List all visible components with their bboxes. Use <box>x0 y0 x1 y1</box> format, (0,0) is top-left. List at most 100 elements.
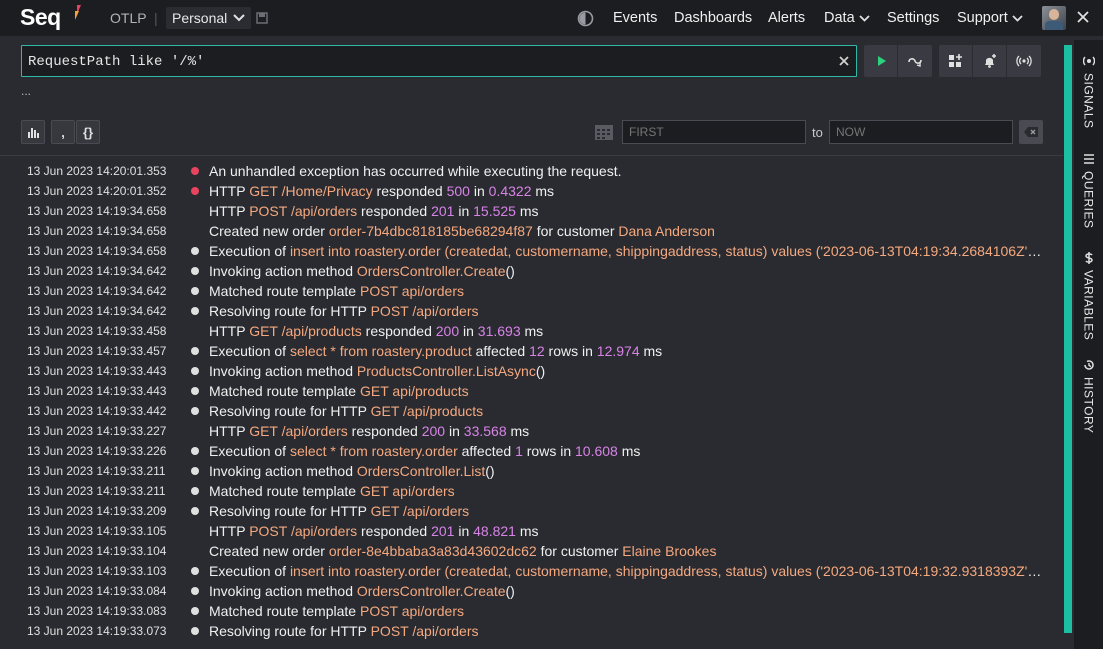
event-row[interactable]: 13 Jun 2023 14:19:33.209 Resolving route … <box>0 501 1055 521</box>
message-text: Execution of <box>209 343 290 359</box>
event-timestamp: 13 Jun 2023 14:19:33.084 <box>27 584 167 598</box>
clear-range-button[interactable] <box>1019 120 1043 144</box>
event-row[interactable]: 13 Jun 2023 14:19:33.083 Matched route te… <box>0 601 1055 621</box>
message-text: affected <box>471 343 530 359</box>
message-text: Matched route template <box>209 603 360 619</box>
nav-dashboards[interactable]: Dashboards <box>674 10 752 26</box>
nav-events[interactable]: Events <box>613 10 657 26</box>
message-text: HTTP <box>209 203 250 219</box>
user-avatar[interactable] <box>1042 6 1066 30</box>
search-query-input[interactable]: RequestPath like '/%' <box>21 45 857 77</box>
event-row[interactable]: 13 Jun 2023 14:19:33.084 Invoking action … <box>0 581 1055 601</box>
json-view-button[interactable]: {} <box>76 120 100 144</box>
add-to-dashboard-button[interactable] <box>939 45 973 77</box>
event-row[interactable]: 13 Jun 2023 14:20:01.352 HTTP GET /Home/P… <box>0 181 1055 201</box>
event-row[interactable]: 13 Jun 2023 14:19:33.227 HTTP GET /api/or… <box>0 421 1055 441</box>
query-text[interactable]: RequestPath like '/%' <box>28 54 204 70</box>
info-level-dot <box>191 367 199 375</box>
event-row[interactable]: 13 Jun 2023 14:19:33.105 HTTP POST /api/o… <box>0 521 1055 541</box>
message-text: () <box>485 463 495 479</box>
message-text: Invoking action method <box>209 263 357 279</box>
event-row[interactable]: 13 Jun 2023 14:19:33.443 Matched route te… <box>0 381 1055 401</box>
sidebar-item-queries[interactable]: QUERIES <box>1074 153 1103 229</box>
number-value: 12.974 <box>596 343 640 359</box>
event-row[interactable]: 13 Jun 2023 14:19:34.658 Created new orde… <box>0 221 1055 241</box>
event-row[interactable]: 13 Jun 2023 14:19:34.658 HTTP POST /api/o… <box>0 201 1055 221</box>
nav-settings[interactable]: Settings <box>887 10 939 26</box>
event-row[interactable]: 13 Jun 2023 14:19:33.457 Execution of sel… <box>0 341 1055 361</box>
nav-support[interactable]: Support <box>957 10 1023 26</box>
broadcast-button[interactable] <box>1007 45 1041 77</box>
property-value: POST <box>370 623 409 639</box>
sidebar-scroll-indicator[interactable] <box>1064 45 1072 633</box>
event-row[interactable]: 13 Jun 2023 14:19:34.658 Execution of ins… <box>0 241 1055 261</box>
event-row[interactable]: 13 Jun 2023 14:20:01.353 An unhandled exc… <box>0 161 1055 181</box>
message-text: HTTP <box>209 523 250 539</box>
event-timestamp: 13 Jun 2023 14:19:33.227 <box>27 424 167 438</box>
add-alert-button[interactable] <box>973 45 1007 77</box>
event-message: Invoking action method OrdersController.… <box>209 583 1043 599</box>
info-level-dot <box>191 587 199 595</box>
message-text: Invoking action method <box>209 463 357 479</box>
from-date-input[interactable] <box>622 120 806 144</box>
event-row[interactable]: 13 Jun 2023 14:19:34.642 Resolving route … <box>0 301 1055 321</box>
chevron-down-icon <box>1012 14 1023 22</box>
clear-query-icon[interactable] <box>838 55 850 67</box>
property-value: GET <box>370 403 400 419</box>
property-value: POST api/orders <box>359 283 464 299</box>
property-value: GET api/orders <box>359 483 455 499</box>
event-timestamp: 13 Jun 2023 14:19:33.226 <box>27 444 167 458</box>
run-query-button[interactable] <box>864 45 898 77</box>
event-row[interactable]: 13 Jun 2023 14:19:33.211 Invoking action … <box>0 461 1055 481</box>
event-row[interactable]: 13 Jun 2023 14:19:33.442 Resolving route … <box>0 401 1055 421</box>
message-text: An unhandled exception has occurred whil… <box>209 163 622 179</box>
avatar-body <box>1045 21 1063 30</box>
number-value: 12 <box>529 343 545 359</box>
event-timestamp: 13 Jun 2023 14:19:33.458 <box>27 324 167 338</box>
event-row[interactable]: 13 Jun 2023 14:19:33.443 Invoking action … <box>0 361 1055 381</box>
event-row[interactable]: 13 Jun 2023 14:19:34.642 Invoking action … <box>0 261 1055 281</box>
seq-logo[interactable]: Seq <box>20 4 61 31</box>
query-more[interactable]: ... <box>21 84 31 98</box>
number-value: 48.821 <box>473 523 516 539</box>
message-text: Resolving route for HTTP <box>209 303 371 319</box>
info-level-dot <box>191 507 199 515</box>
sidebar-item-signals[interactable]: SIGNALS <box>1074 55 1103 129</box>
message-text: responded <box>347 423 422 439</box>
histogram-toggle-button[interactable] <box>21 120 45 144</box>
event-row[interactable]: 13 Jun 2023 14:19:33.104 Created new orde… <box>0 541 1055 561</box>
sidebar-item-history[interactable]: HISTORY <box>1074 359 1103 433</box>
theme-toggle-icon[interactable] <box>577 10 594 27</box>
nav-data-label: Data <box>824 10 855 26</box>
calendar-icon[interactable] <box>594 123 614 141</box>
nav-data[interactable]: Data <box>824 10 870 26</box>
event-row[interactable]: 13 Jun 2023 14:19:33.073 Resolving route … <box>0 621 1055 641</box>
close-icon[interactable] <box>1075 9 1091 25</box>
tail-button[interactable] <box>898 45 932 77</box>
sidebar-item-variables[interactable]: VARIABLES <box>1074 252 1103 340</box>
info-level-dot <box>191 467 199 475</box>
sidebar-label-history: HISTORY <box>1081 377 1096 434</box>
nav-alerts[interactable]: Alerts <box>768 10 805 26</box>
event-row[interactable]: 13 Jun 2023 14:19:33.103 Execution of ins… <box>0 561 1055 581</box>
number-value: 10.608 <box>575 443 618 459</box>
event-message: Created new order order-8e4bbaba3a83d436… <box>209 543 1043 559</box>
message-text: Execution of <box>209 243 290 259</box>
event-row[interactable]: 13 Jun 2023 14:19:33.458 HTTP GET /api/pr… <box>0 321 1055 341</box>
to-date-input[interactable] <box>829 120 1013 144</box>
event-row[interactable]: 13 Jun 2023 14:19:33.226 Execution of sel… <box>0 441 1055 461</box>
property-value: /api/orders <box>290 523 358 539</box>
number-value: 200 <box>435 323 460 339</box>
save-icon[interactable] <box>256 12 268 24</box>
event-message: Resolving route for HTTP POST /api/order… <box>209 303 1043 319</box>
otlp-label[interactable]: OTLP <box>110 10 147 26</box>
event-row[interactable]: 13 Jun 2023 14:19:33.211 Matched route te… <box>0 481 1055 501</box>
message-text: () <box>535 363 546 379</box>
workspace-selector[interactable]: Personal <box>166 7 252 29</box>
event-row[interactable]: 13 Jun 2023 14:19:34.642 Matched route te… <box>0 281 1055 301</box>
property-value: /api/orders <box>412 303 479 319</box>
message-text: responded <box>372 183 447 199</box>
column-view-button[interactable]: , <box>51 120 75 144</box>
top-bar: Seq OTLP | Personal Events Dashboards Al… <box>0 0 1103 36</box>
message-text: rows in <box>522 443 575 459</box>
